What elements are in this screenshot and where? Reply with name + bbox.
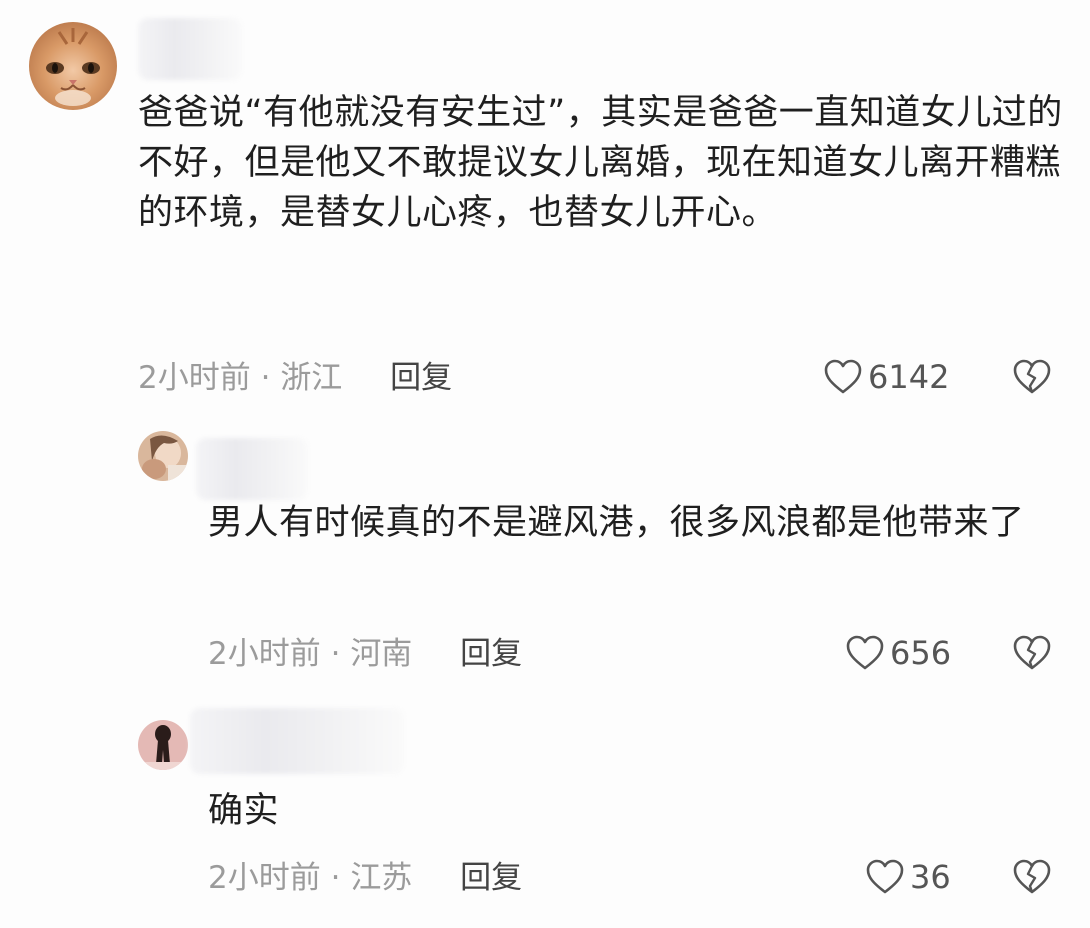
broken-heart-icon bbox=[1013, 859, 1051, 894]
avatar[interactable] bbox=[138, 720, 188, 770]
comment-time: 2小时前 bbox=[138, 360, 251, 396]
like-button[interactable]: 36 bbox=[866, 857, 951, 897]
username-blurred[interactable] bbox=[196, 438, 308, 500]
photo-avatar-image bbox=[138, 720, 188, 770]
like-button[interactable]: 6142 bbox=[824, 357, 949, 397]
reply-button[interactable]: 回复 bbox=[460, 860, 522, 896]
photo-avatar-image bbox=[138, 431, 188, 481]
like-count: 6142 bbox=[868, 358, 950, 396]
meta-separator: · bbox=[330, 636, 341, 672]
comment-meta: 2小时前 · 浙江 回复 bbox=[138, 358, 452, 398]
meta-separator: · bbox=[330, 860, 341, 896]
comment-location: 江苏 bbox=[350, 860, 413, 896]
broken-heart-icon bbox=[1013, 359, 1051, 394]
heart-icon bbox=[866, 859, 904, 894]
broken-heart-icon bbox=[1013, 635, 1051, 670]
avatar[interactable] bbox=[138, 431, 188, 481]
comment-location: 河南 bbox=[350, 636, 413, 672]
meta-separator: · bbox=[260, 360, 271, 396]
dislike-button[interactable] bbox=[1013, 859, 1051, 895]
comment-meta: 2小时前 · 江苏 回复 bbox=[208, 858, 522, 898]
reply-button[interactable]: 回复 bbox=[460, 636, 522, 672]
avatar[interactable] bbox=[29, 22, 117, 110]
comment-text: 爸爸说“有他就没有安生过”，其实是爸爸一直知道女儿过的不好，但是他又不敢提议女儿… bbox=[138, 93, 1063, 233]
comment-thread: 爸爸说“有他就没有安生过”，其实是爸爸一直知道女儿过的不好，但是他又不敢提议女儿… bbox=[0, 0, 1090, 928]
username-blurred[interactable] bbox=[138, 18, 242, 80]
dislike-button[interactable] bbox=[1013, 635, 1051, 671]
cat-avatar-image bbox=[29, 22, 117, 110]
like-button[interactable]: 656 bbox=[846, 633, 951, 673]
comment-time: 2小时前 bbox=[208, 860, 321, 896]
username-blurred[interactable] bbox=[190, 708, 404, 774]
heart-icon bbox=[846, 635, 884, 670]
like-count: 36 bbox=[910, 858, 951, 896]
comment-meta: 2小时前 · 河南 回复 bbox=[208, 634, 522, 674]
comment-time: 2小时前 bbox=[208, 636, 321, 672]
comment-location: 浙江 bbox=[280, 360, 343, 396]
comment-text: 男人有时候真的不是避风港，很多风浪都是他带来了 bbox=[208, 503, 1025, 543]
like-count: 656 bbox=[890, 634, 952, 672]
comment-text: 确实 bbox=[208, 791, 280, 831]
dislike-button[interactable] bbox=[1013, 359, 1051, 395]
reply-button[interactable]: 回复 bbox=[390, 360, 452, 396]
heart-icon bbox=[824, 359, 862, 394]
